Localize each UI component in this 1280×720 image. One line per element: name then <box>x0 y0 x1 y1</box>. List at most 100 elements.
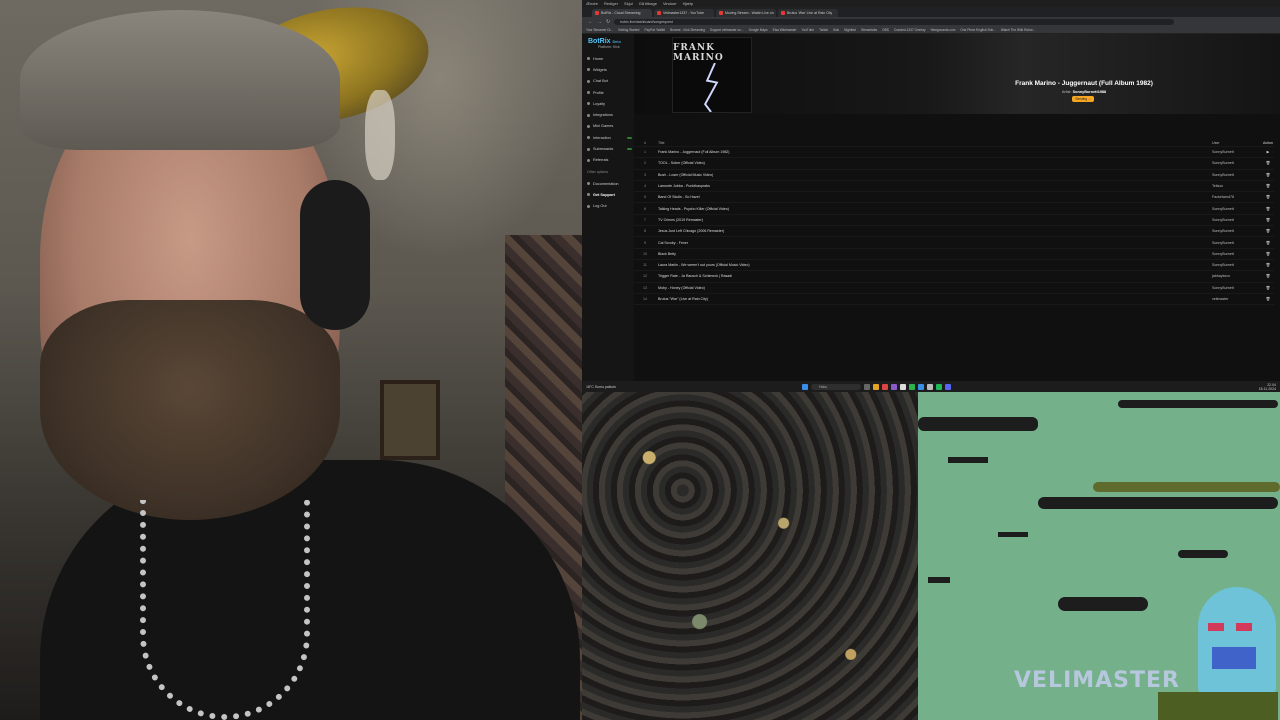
table-row[interactable]: 12 Trigger Rate - Ja Rausch & Schimeck | … <box>634 271 1274 283</box>
play-icon[interactable]: ▶ <box>1262 150 1274 154</box>
delete-icon[interactable]: 🗑 <box>1262 263 1274 267</box>
ghost-mouth <box>1212 647 1256 669</box>
sidebar-item-widgets[interactable]: Widgets <box>584 64 632 75</box>
delete-icon[interactable]: 🗑 <box>1262 184 1274 188</box>
delete-icon[interactable]: 🗑 <box>1262 274 1274 278</box>
os-menu-item[interactable]: Hjælp <box>683 1 693 6</box>
delete-icon[interactable]: 🗑 <box>1262 207 1274 211</box>
logout-icon <box>587 204 590 208</box>
table-row[interactable]: 8 Jesus Just Left Chicago (2006 Remaster)… <box>634 226 1274 238</box>
status-badge[interactable]: Sending ... <box>1072 96 1094 102</box>
back-icon[interactable]: ← <box>588 19 593 25</box>
sidebar-item-chat-bot[interactable]: Chat Bot <box>584 76 632 87</box>
os-menu-item[interactable]: Ændre <box>586 1 598 6</box>
sidebar-item-interaction[interactable]: Interaction <box>584 132 632 143</box>
bookmark[interactable]: Support velimaster on... <box>710 28 744 32</box>
tab-botrix[interactable]: BotRix - Cloud Streaming <box>592 9 652 17</box>
bookmark[interactable]: Getting Started <box>618 28 639 32</box>
sidebar-item-referrals[interactable]: Referrals <box>584 155 632 166</box>
reload-icon[interactable]: ↻ <box>606 19 610 25</box>
app-icon[interactable] <box>927 383 933 390</box>
sidebar-item-mini-games[interactable]: Mini Games <box>584 121 632 132</box>
table-row[interactable]: 13 Moby - Honey (Official Video) SonnyBurn… <box>634 283 1274 294</box>
weather-widget[interactable]: 18°C Sumu paikoin <box>582 385 662 389</box>
bookmark[interactable]: Your Streamer Di... <box>586 28 613 32</box>
row-title: Brutus "War" (Live at Rain City) <box>658 297 708 301</box>
os-menu-item[interactable]: Rediger <box>604 1 618 6</box>
table-row[interactable]: 11 Laura Marlin - We weren't out yours (O… <box>634 260 1274 272</box>
start-icon[interactable] <box>802 383 808 390</box>
wall-picture <box>380 380 440 460</box>
delete-icon[interactable]: 🗑 <box>1262 218 1274 222</box>
sidebar-item-get-support[interactable]: Get Support <box>584 189 632 200</box>
bookmark[interactable]: Google Maps <box>749 28 768 32</box>
app-icon[interactable] <box>891 383 897 390</box>
app-icon[interactable] <box>909 383 915 390</box>
sidebar-item-integrations[interactable]: Integrations <box>584 109 632 120</box>
table-row[interactable]: 2 TOOL - Sober (Official Video) SonnyBurne… <box>634 158 1274 170</box>
bookmark[interactable]: Newgrounds.com <box>931 28 956 32</box>
table-row[interactable]: 1 Frank Marino - Juggernaut (Full Album 1… <box>634 147 1274 159</box>
delete-icon[interactable]: 🗑 <box>1262 195 1274 199</box>
taskbar-search[interactable]: Haku <box>811 383 861 390</box>
bookmark[interactable]: Browse - Kick Streaming <box>670 28 705 32</box>
delete-icon[interactable]: 🗑 <box>1262 229 1274 233</box>
table-row[interactable]: 4 Lamonte Jubba - Punkthasprabs Teilsoo 🗑 <box>634 181 1274 193</box>
table-row[interactable]: 10 Black Betty SonnyBurnett 🗑 <box>634 249 1274 260</box>
table-row[interactable]: 3 Bush - Loser (Official Music Video) Sonn… <box>634 170 1274 181</box>
bookmark[interactable]: PayPal: Wallet <box>644 28 665 32</box>
delete-icon[interactable]: 🗑 <box>1262 297 1274 301</box>
bookmark[interactable]: Cracked.1337 Overlay <box>894 28 926 32</box>
app-icon[interactable] <box>900 383 906 390</box>
forward-icon[interactable]: → <box>597 19 602 25</box>
row-number: 2 <box>644 161 646 166</box>
bookmark[interactable]: Twitch <box>819 28 828 32</box>
app-icon[interactable] <box>945 383 951 390</box>
sidebar-item-log-out[interactable]: Log Out <box>584 201 632 212</box>
bookmark[interactable]: Nightbot <box>844 28 856 32</box>
os-menu-item[interactable]: Skjul <box>624 1 633 6</box>
bookmark[interactable]: Kick <box>833 28 839 32</box>
os-menu-item[interactable]: Vinduer <box>663 1 677 6</box>
os-menu-item[interactable]: Gå tilbage <box>639 1 657 6</box>
tab-brutus[interactable]: Brutus 'War' Live at Rain City <box>778 9 838 17</box>
table-row[interactable]: 9 Cal Scruby - Fever SonnyBurnett 🗑 <box>634 237 1274 249</box>
sidebar-item-subrewards[interactable]: Subrewards <box>584 143 632 154</box>
row-number: 10 <box>643 251 647 256</box>
support-icon <box>587 193 590 197</box>
tab-youtube[interactable]: Velimaster1337 - YouTube <box>654 9 714 17</box>
delete-icon[interactable]: 🗑 <box>1262 252 1274 256</box>
table-row[interactable]: 5 Band Of Skulls - So Hazel Fackelwind78 🗑 <box>634 192 1274 204</box>
taskbar-clock[interactable]: 22.04 18.11.2024 <box>1259 383 1280 391</box>
bookmark[interactable]: Elsa Wishmaster <box>773 28 797 32</box>
app-icon[interactable] <box>936 383 942 390</box>
bookmark[interactable]: One Piece English Sub... <box>960 28 995 32</box>
bookmark[interactable]: Watch The Wild Robot... <box>1001 28 1035 32</box>
file-explorer-icon[interactable] <box>873 383 879 390</box>
sidebar-item-profile[interactable]: Profile <box>584 87 632 98</box>
table-row[interactable]: 6 Talking Heads - Psycho Killer (Official… <box>634 203 1274 215</box>
delete-icon[interactable]: 🗑 <box>1262 241 1274 245</box>
app-icon[interactable] <box>882 383 888 390</box>
table-row[interactable]: 7 TV Crimes (2019 Remaster) SonnyBurnett 🗑 <box>634 215 1274 227</box>
row-title: Moby - Honey (Official Video) <box>658 285 705 290</box>
url-input[interactable]: botrix.live/dashboard/songrequest <box>614 18 1175 25</box>
tab-moving-stream[interactable]: Moving Stream - Watch Live on <box>716 9 776 17</box>
row-user: SonnyBurnett <box>1212 240 1234 245</box>
bookmark[interactable]: OBS <box>882 28 889 32</box>
pixel-ghost-mascot <box>1198 587 1276 697</box>
bookmark[interactable]: YouTube <box>802 28 815 32</box>
delete-icon[interactable]: 🗑 <box>1262 161 1274 165</box>
delete-icon[interactable]: 🗑 <box>1262 173 1274 177</box>
bookmark[interactable]: Streamlabs <box>861 28 877 32</box>
row-title: TV Crimes (2019 Remaster) <box>658 217 703 222</box>
app-icon[interactable] <box>918 383 924 390</box>
sidebar-item-loyalty[interactable]: Loyalty <box>584 98 632 109</box>
delete-icon[interactable]: 🗑 <box>1262 286 1274 290</box>
sidebar-item-documentation[interactable]: Documentation <box>584 178 632 189</box>
widgets-icon <box>587 68 590 72</box>
botrix-logo[interactable]: BotRix Beta <box>584 38 632 45</box>
table-row[interactable]: 14 Brutus "War" (Live at Rain City) velima… <box>634 294 1274 306</box>
sidebar-item-home[interactable]: Home <box>584 53 632 64</box>
task-view-icon[interactable] <box>864 383 870 390</box>
